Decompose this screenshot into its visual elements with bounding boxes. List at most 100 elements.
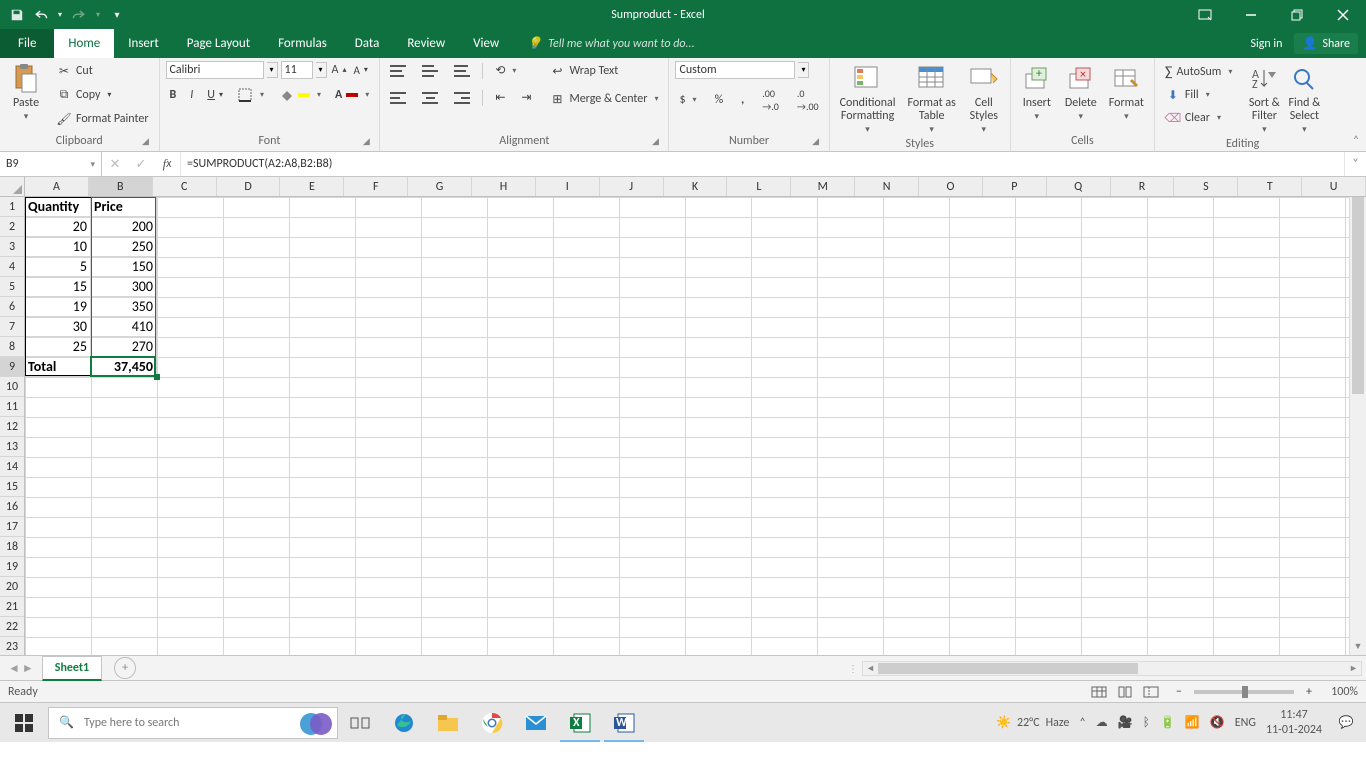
name-box[interactable]: B9▾: [0, 152, 102, 176]
decrease-decimal-icon[interactable]: .0→.00: [793, 85, 823, 115]
zoom-out-icon[interactable]: −: [1172, 683, 1186, 701]
tab-review[interactable]: Review: [393, 29, 459, 58]
tray-chevron-icon[interactable]: ˄: [1079, 716, 1085, 730]
percent-format-icon[interactable]: %: [711, 91, 728, 109]
col-header-I[interactable]: I: [536, 177, 600, 196]
increase-decimal-icon[interactable]: .00→.0: [758, 85, 783, 115]
expand-formula-bar-icon[interactable]: ˅: [1344, 152, 1366, 176]
row-header-12[interactable]: 12: [0, 417, 24, 437]
bluetooth-icon[interactable]: ᛒ: [1143, 716, 1150, 730]
scroll-down-icon[interactable]: ▼: [1350, 638, 1366, 655]
row-header-11[interactable]: 11: [0, 397, 24, 417]
row-header-18[interactable]: 18: [0, 537, 24, 557]
col-header-L[interactable]: L: [727, 177, 791, 196]
cut-button[interactable]: ✂Cut: [52, 61, 153, 81]
worksheet-grid[interactable]: ABCDEFGHIJKLMNOPQRSTU 123456789101112131…: [0, 177, 1366, 655]
customize-qat-icon[interactable]: ▾: [108, 6, 126, 24]
tab-file[interactable]: File: [0, 29, 54, 58]
zoom-level[interactable]: 100%: [1316, 685, 1358, 699]
format-as-table-button[interactable]: Format as Table▾: [904, 61, 960, 137]
col-header-D[interactable]: D: [217, 177, 281, 196]
row-header-6[interactable]: 6: [0, 297, 24, 317]
align-bottom-icon[interactable]: [450, 63, 474, 79]
align-right-icon[interactable]: [450, 90, 474, 106]
font-dialog-launcher[interactable]: ◢: [361, 136, 371, 146]
align-top-icon[interactable]: [386, 63, 410, 79]
cell-B7[interactable]: 410: [91, 317, 157, 337]
align-left-icon[interactable]: [386, 90, 410, 106]
meet-now-icon[interactable]: 🎥: [1118, 715, 1133, 730]
page-layout-view-icon[interactable]: [1112, 683, 1138, 701]
horizontal-scrollbar[interactable]: ◄ ►: [862, 661, 1362, 676]
sheet-tab-sheet1[interactable]: Sheet1: [42, 656, 102, 681]
cell-A9[interactable]: Total: [25, 357, 91, 377]
hscroll-thumb[interactable]: [878, 663, 1138, 674]
accounting-format-icon[interactable]: $: [675, 91, 700, 109]
tab-view[interactable]: View: [459, 29, 513, 58]
comma-format-icon[interactable]: ,: [737, 91, 748, 109]
redo-more-icon[interactable]: ▾: [94, 6, 102, 24]
delete-cells-button[interactable]: ×Delete▾: [1061, 61, 1101, 124]
share-button[interactable]: 👤 Share: [1294, 33, 1358, 54]
row-header-4[interactable]: 4: [0, 257, 24, 277]
number-format-caret[interactable]: ▾: [798, 62, 809, 78]
col-header-G[interactable]: G: [408, 177, 472, 196]
col-header-F[interactable]: F: [344, 177, 408, 196]
collapse-ribbon-icon[interactable]: ˄: [1346, 58, 1366, 151]
font-size-input[interactable]: [281, 61, 313, 79]
edge-icon[interactable]: [382, 703, 426, 742]
insert-function-icon[interactable]: fx: [154, 156, 180, 172]
tab-formulas[interactable]: Formulas: [264, 29, 341, 58]
clipboard-dialog-launcher[interactable]: ◢: [141, 136, 151, 146]
number-dialog-launcher[interactable]: ◢: [811, 136, 821, 146]
cell-B8[interactable]: 270: [91, 337, 157, 357]
cell-A4[interactable]: 5: [25, 257, 91, 277]
find-select-button[interactable]: Find & Select▾: [1284, 61, 1324, 137]
row-header-19[interactable]: 19: [0, 557, 24, 577]
tab-insert[interactable]: Insert: [114, 29, 173, 58]
wrap-text-button[interactable]: ↩Wrap Text: [545, 61, 662, 81]
fill-color-button[interactable]: [274, 85, 325, 105]
clock[interactable]: 11:47 11-01-2024: [1266, 708, 1322, 737]
tab-home[interactable]: Home: [54, 29, 114, 58]
col-header-Q[interactable]: Q: [1047, 177, 1111, 196]
decrease-font-icon[interactable]: A▾: [352, 64, 370, 77]
scroll-right-icon[interactable]: ►: [1346, 662, 1361, 675]
new-sheet-button[interactable]: +: [114, 657, 136, 679]
mail-icon[interactable]: [514, 703, 558, 742]
col-header-N[interactable]: N: [855, 177, 919, 196]
cell-B2[interactable]: 200: [91, 217, 157, 237]
tab-data[interactable]: Data: [341, 29, 394, 58]
tab-page-layout[interactable]: Page Layout: [173, 29, 264, 58]
cancel-formula-icon[interactable]: ✕: [102, 157, 128, 172]
formula-input[interactable]: =SUMPRODUCT(A2:A8,B2:B8): [181, 152, 1344, 176]
cell-B1[interactable]: Price: [91, 197, 157, 217]
sign-in-link[interactable]: Sign in: [1250, 37, 1282, 51]
minimize-button[interactable]: [1228, 0, 1274, 29]
zoom-in-icon[interactable]: +: [1302, 683, 1316, 701]
col-header-S[interactable]: S: [1174, 177, 1238, 196]
col-header-C[interactable]: C: [153, 177, 217, 196]
cell-styles-button[interactable]: Cell Styles▾: [964, 61, 1004, 137]
normal-view-icon[interactable]: [1086, 683, 1112, 701]
sheet-nav-prev-icon[interactable]: ◄: [8, 661, 20, 676]
number-format-select[interactable]: [675, 61, 795, 79]
col-header-O[interactable]: O: [919, 177, 983, 196]
format-painter-button[interactable]: 🖌Format Painter: [52, 109, 153, 129]
align-middle-icon[interactable]: [418, 63, 442, 79]
row-header-7[interactable]: 7: [0, 317, 24, 337]
row-header-16[interactable]: 16: [0, 497, 24, 517]
increase-font-icon[interactable]: A▴: [330, 63, 349, 77]
row-header-20[interactable]: 20: [0, 577, 24, 597]
col-header-K[interactable]: K: [664, 177, 728, 196]
cell-A1[interactable]: Quantity: [25, 197, 91, 217]
undo-icon[interactable]: [32, 6, 50, 24]
taskbar-search[interactable]: 🔍 Type here to search: [48, 707, 338, 739]
col-header-P[interactable]: P: [983, 177, 1047, 196]
close-button[interactable]: [1320, 0, 1366, 29]
volume-icon[interactable]: 🔇: [1210, 715, 1225, 730]
battery-icon[interactable]: 🔋: [1160, 715, 1175, 730]
decrease-indent-icon[interactable]: ⇤: [491, 88, 509, 107]
bold-button[interactable]: B: [166, 86, 181, 104]
weather-widget[interactable]: ☀️ 22°C Haze: [996, 715, 1069, 730]
